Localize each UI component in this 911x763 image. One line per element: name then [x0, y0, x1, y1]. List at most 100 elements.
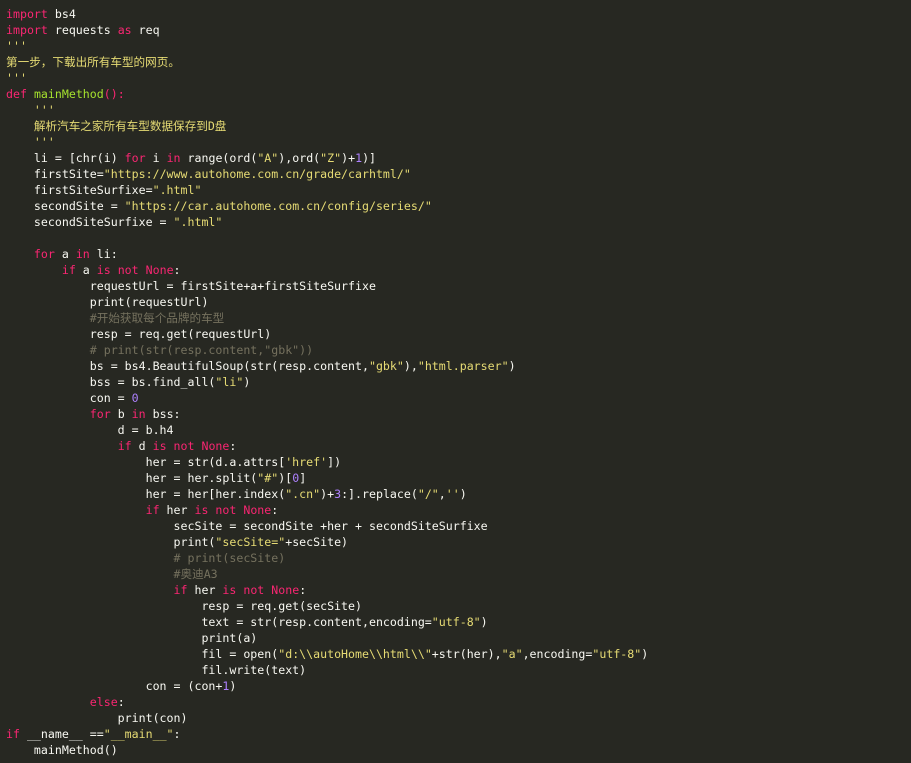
code-line[interactable]: def mainMethod():	[6, 86, 648, 102]
code-line[interactable]: if her is not None:	[6, 502, 648, 518]
code-line[interactable]: her = her[her.index(".cn")+3:].replace("…	[6, 486, 648, 502]
code-line[interactable]: if __name__ =="__main__":	[6, 726, 648, 742]
keyword-token: is not None	[96, 263, 174, 277]
code-line[interactable]: her = str(d.a.attrs['href'])	[6, 454, 648, 470]
code-line[interactable]: fil = open("d:\\autoHome\\html\\"+str(he…	[6, 646, 648, 662]
keyword-token: if	[61, 263, 76, 277]
keyword-token: else	[89, 695, 118, 709]
code-line[interactable]: bss = bs.find_all("li")	[6, 374, 648, 390]
function-name-token: mainMethod	[33, 87, 104, 101]
code-line[interactable]: firstSite="https://www.autohome.com.cn/g…	[6, 166, 648, 182]
code-token: print(con)	[6, 711, 188, 725]
code-line[interactable]: 解析汽车之家所有车型数据保存到D盘	[6, 118, 648, 134]
code-token: )+	[341, 151, 356, 165]
string-token: "__main__"	[103, 727, 174, 741]
code-token: text = str(resp.content,encoding=	[6, 615, 432, 629]
string-token: "gbk"	[368, 359, 404, 373]
code-line[interactable]: resp = req.get(requestUrl)	[6, 326, 648, 342]
string-token: ''	[445, 487, 460, 501]
code-line[interactable]: requestUrl = firstSite+a+firstSiteSurfix…	[6, 278, 648, 294]
keyword-token: for	[89, 407, 111, 421]
keyword-token: as	[117, 23, 132, 37]
code-token: secondSiteSurfixe =	[6, 215, 174, 229]
code-line[interactable]: '''	[6, 102, 648, 118]
code-line[interactable]: '''	[6, 38, 648, 54]
code-line[interactable]: her = her.split("#")[0]	[6, 470, 648, 486]
code-line[interactable]: bs = bs4.BeautifulSoup(str(resp.content,…	[6, 358, 648, 374]
comment-token: #开始获取每个品牌的车型	[89, 311, 225, 325]
code-line[interactable]: con = 0	[6, 390, 648, 406]
code-token: )+	[320, 487, 335, 501]
keyword-token: is not None	[222, 583, 300, 597]
code-token: secondSite =	[6, 199, 125, 213]
code-token: range(ord(	[180, 151, 258, 165]
code-line[interactable]: 第一步，下载出所有车型的网页。	[6, 54, 648, 70]
code-token: +str(her),	[431, 647, 502, 661]
code-line[interactable]: print(con)	[6, 710, 648, 726]
code-line[interactable]: '''	[6, 134, 648, 150]
code-line[interactable]: '''	[6, 70, 648, 86]
keyword-token: if	[173, 583, 188, 597]
code-line[interactable]: # print(str(resp.content,"gbk"))	[6, 342, 648, 358]
code-token: her	[159, 503, 195, 517]
code-line[interactable]: print("secSite="+secSite)	[6, 534, 648, 550]
keyword-token: import	[6, 7, 48, 21]
string-token: "Z"	[320, 151, 342, 165]
code-editor[interactable]: import bs4 import requests as req ''' 第一步，下…	[6, 6, 648, 758]
code-line[interactable]: #开始获取每个品牌的车型	[6, 310, 648, 326]
keyword-token: is not None	[194, 503, 272, 517]
code-line[interactable]: fil.write(text)	[6, 662, 648, 678]
string-token: "A"	[257, 151, 279, 165]
code-line[interactable]: d = b.h4	[6, 422, 648, 438]
keyword-token: in	[131, 407, 146, 421]
code-line[interactable]: # print(secSite)	[6, 550, 648, 566]
keyword-token: if	[145, 503, 160, 517]
keyword-token: ():	[103, 87, 125, 101]
code-line[interactable]: else:	[6, 694, 648, 710]
code-line[interactable]: for b in bss:	[6, 406, 648, 422]
code-line[interactable]: for a in li:	[6, 246, 648, 262]
code-token: her = str(d.a.attrs[	[6, 455, 286, 469]
string-token: 第一步，下载出所有车型的网页。	[6, 55, 180, 69]
code-line[interactable]: li = [chr(i) for i in range(ord("A"),ord…	[6, 150, 648, 166]
code-token: :	[173, 727, 181, 741]
keyword-token: in	[75, 247, 90, 261]
code-token: print(requestUrl)	[6, 295, 209, 309]
code-line[interactable]: print(requestUrl)	[6, 294, 648, 310]
code-token: a	[75, 263, 97, 277]
code-line[interactable]	[6, 230, 648, 246]
code-line[interactable]: import bs4	[6, 6, 648, 22]
code-line[interactable]: if her is not None:	[6, 582, 648, 598]
code-line[interactable]: mainMethod()	[6, 742, 648, 758]
code-line[interactable]: if d is not None:	[6, 438, 648, 454]
code-line[interactable]: resp = req.get(secSite)	[6, 598, 648, 614]
code-line[interactable]: secondSiteSurfixe = ".html"	[6, 214, 648, 230]
code-line[interactable]: if a is not None:	[6, 262, 648, 278]
code-line[interactable]: #奥迪A3	[6, 566, 648, 582]
string-token: "secSite="	[215, 535, 286, 549]
comment-token: # print(secSite)	[173, 551, 286, 565]
code-line[interactable]: secSite = secondSite +her + secondSiteSu…	[6, 518, 648, 534]
code-line[interactable]: print(a)	[6, 630, 648, 646]
code-token: li = [chr(i)	[6, 151, 125, 165]
keyword-token: for	[124, 151, 146, 165]
string-token: "utf-8"	[592, 647, 642, 661]
keyword-token: in	[166, 151, 181, 165]
keyword-token: is not None	[152, 439, 230, 453]
code-line[interactable]: con = (con+1)	[6, 678, 648, 694]
code-token: mainMethod()	[6, 743, 118, 757]
string-token: '''	[33, 135, 55, 149]
code-line[interactable]: firstSiteSurfixe=".html"	[6, 182, 648, 198]
code-line[interactable]: secondSite = "https://car.autohome.com.c…	[6, 198, 648, 214]
code-line[interactable]: text = str(resp.content,encoding="utf-8"…	[6, 614, 648, 630]
code-token: )	[641, 647, 649, 661]
string-token: "/"	[417, 487, 439, 501]
code-token: )[	[278, 471, 293, 485]
code-line[interactable]: import requests as req	[6, 22, 648, 38]
